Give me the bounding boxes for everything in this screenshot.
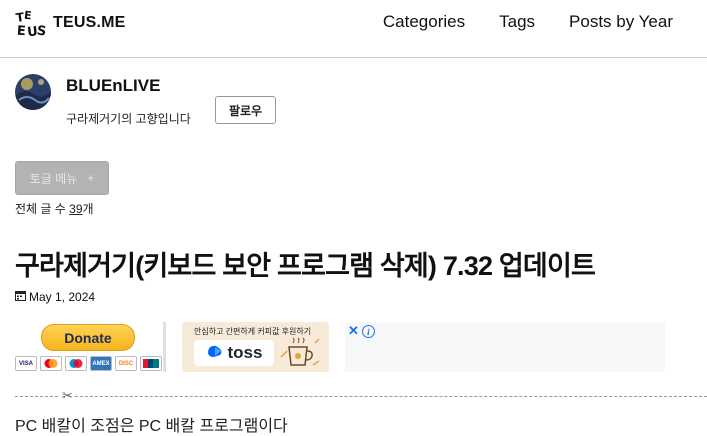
post-count-number[interactable]: 39 [69,202,82,216]
nav-categories[interactable]: Categories [383,12,465,32]
site-logo[interactable]: T E E U S TEUS.ME [15,8,126,41]
toss-button[interactable]: toss [194,340,274,366]
calendar-icon [15,290,26,304]
toss-donate[interactable]: 안심하고 간편하게 커피값 후원하기 toss [182,322,329,372]
ad-controls: ✕ i [348,323,375,339]
ad-slot: ✕ i [345,322,665,372]
avatar[interactable] [15,74,51,110]
toggle-menu-label: 토글 메뉴 [29,171,78,186]
svg-text:S: S [36,24,47,38]
post-title: 구라제거기(키보드 보안 프로그램 삭제) 7.32 업데이트 [15,251,596,281]
main-nav: Categories Tags Posts by Year [383,12,673,32]
visa-card-icon: VISA [15,356,37,371]
cut-divider [15,396,707,397]
toss-brand-text: toss [227,343,263,362]
plus-icon: + [87,171,95,185]
logo-mark-icon: T E E U S [15,8,49,41]
coffee-cup-icon [279,337,321,369]
post-count-prefix: 전체 글 수 [15,202,70,216]
nav-posts-by-year[interactable]: Posts by Year [569,12,673,32]
post-body-preview: PC 배칼이 조점은 PC 배칼 프로그램이다 [15,418,288,435]
logo-text[interactable]: TEUS.ME [53,14,126,32]
post-date-text: May 1, 2024 [29,290,96,304]
paypal-donate: Donate VISA AMEX DISC [15,322,166,372]
toggle-menu-button[interactable]: 토글 메뉴 + [15,161,109,195]
discover-card-icon: DISC [115,356,137,371]
post-count: 전체 글 수 39개 [15,200,94,217]
mastercard-icon [40,356,62,371]
toss-caption: 안심하고 간편하게 커피값 후원하기 [194,327,312,336]
paypal-donate-button[interactable]: Donate [41,324,135,351]
amex-card-icon: AMEX [90,356,112,371]
scissors-icon: ✂ [60,388,75,404]
svg-text:E: E [23,9,32,23]
nav-tags[interactable]: Tags [499,12,535,32]
post-count-suffix: 개 [82,202,94,216]
toss-logo-icon [206,343,224,364]
payment-cards: VISA AMEX DISC [15,356,162,371]
profile-name[interactable]: BLUEnLIVE [66,76,160,96]
svg-text:E: E [16,24,26,38]
ad-info-icon[interactable]: i [361,325,375,338]
follow-button[interactable]: 팔로우 [215,96,276,124]
maestro-icon [65,356,87,371]
site-header: T E E U S TEUS.ME Categories Tags Posts … [0,0,707,58]
post-date: May 1, 2024 [15,290,95,304]
ad-close-icon[interactable]: ✕ [348,323,359,339]
unionpay-card-icon [140,356,162,371]
profile-description: 구라제거기의 고향입니다 [66,112,191,126]
